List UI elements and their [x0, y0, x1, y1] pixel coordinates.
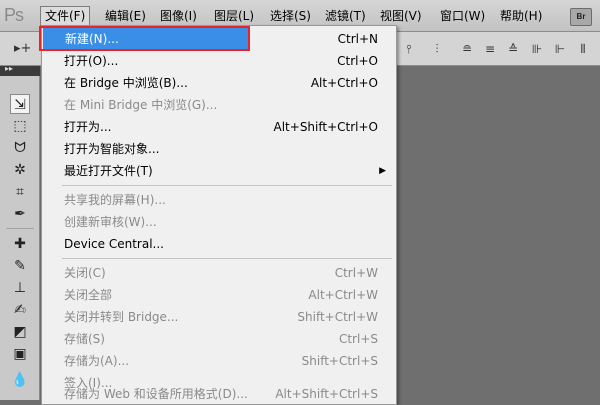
align-top-icon[interactable]: ⫯	[402, 42, 416, 56]
marquee-tool-icon[interactable]: ⬚	[10, 116, 30, 136]
menu-item-recent-files[interactable]: 最近打开文件(T) ▶	[42, 160, 396, 182]
menu-item-browse-mini-bridge[interactable]: 在 Mini Bridge 中浏览(G)...	[42, 94, 396, 116]
menu-item-open-smart-object[interactable]: 打开为智能对象...	[42, 138, 396, 160]
menu-item-close-all[interactable]: 关闭全部 Alt+Ctrl+W	[42, 284, 396, 306]
panel-grip[interactable]: ▸▸	[0, 64, 40, 76]
eyedropper-tool-icon[interactable]: ✒	[10, 204, 30, 224]
move-tool-options-icon: ▸+	[14, 41, 32, 56]
clone-stamp-tool-icon[interactable]: ⊥	[10, 278, 30, 298]
menu-item-save-as[interactable]: 存储为(A)... Shift+Ctrl+S	[42, 350, 396, 372]
menu-help[interactable]: 帮助(H)	[496, 7, 546, 25]
align-middle-icon[interactable]: ⫶	[430, 42, 444, 56]
brush-tool-icon[interactable]: ✎	[10, 256, 30, 276]
photoshop-logo: Ps	[4, 5, 24, 25]
menu-item-close-go-bridge[interactable]: 关闭并转到 Bridge... Shift+Ctrl+W	[42, 306, 396, 328]
menu-edit[interactable]: 编辑(E)	[101, 7, 150, 25]
bridge-launch-button[interactable]: Br	[570, 8, 592, 26]
crop-tool-icon[interactable]: ⌗	[10, 182, 30, 202]
menu-item-save-for-web[interactable]: 存储为 Web 和设备所用格式(D)... Alt+Shift+Ctrl+S	[42, 383, 396, 405]
tools-panel: ▸▸ ⇲ ⬚ ᗢ ✲ ⌗ ✒ ✚ ✎ ⊥ ✍ ◩ ▣ 💧	[0, 64, 40, 400]
menu-view[interactable]: 视图(V)	[376, 7, 426, 25]
menu-item-browse-bridge[interactable]: 在 Bridge 中浏览(B)... Alt+Ctrl+O	[42, 72, 396, 94]
menu-item-device-central[interactable]: Device Central...	[42, 233, 396, 255]
menu-item-open[interactable]: 打开(O)... Ctrl+O	[42, 50, 396, 72]
menu-item-share-screen[interactable]: 共享我的屏幕(H)...	[42, 189, 396, 211]
healing-brush-tool-icon[interactable]: ✚	[10, 234, 30, 254]
distribute-center-icon[interactable]: ⊩	[553, 42, 567, 56]
tool-divider	[6, 228, 34, 229]
distribute-right-icon[interactable]: ⫴	[576, 42, 590, 56]
distribute-left-icon[interactable]: ⊪	[530, 42, 544, 56]
menu-layer[interactable]: 图层(L)	[210, 7, 258, 25]
submenu-arrow-icon: ▶	[379, 166, 386, 176]
blur-tool-icon[interactable]: 💧	[10, 370, 30, 390]
menu-item-create-review[interactable]: 创建新审核(W)...	[42, 211, 396, 233]
distribute-middle-icon[interactable]: ≡	[483, 42, 497, 56]
menu-image[interactable]: 图像(I)	[156, 7, 201, 25]
eraser-tool-icon[interactable]: ◩	[10, 322, 30, 342]
menu-separator	[62, 258, 392, 259]
gradient-tool-icon[interactable]: ▣	[10, 344, 30, 364]
menu-item-open-as[interactable]: 打开为... Alt+Shift+Ctrl+O	[42, 116, 396, 138]
menu-item-new-shortcut-row[interactable]: Ctrl+N	[249, 28, 396, 50]
menu-item-close[interactable]: 关闭(C) Ctrl+W	[42, 262, 396, 284]
menu-item-new[interactable]: 新建(N)...	[43, 28, 249, 50]
menu-window[interactable]: 窗口(W)	[436, 7, 489, 25]
menu-separator	[62, 185, 392, 186]
move-tool-icon[interactable]: ⇲	[10, 94, 30, 114]
history-brush-tool-icon[interactable]: ✍	[10, 300, 30, 320]
quick-select-tool-icon[interactable]: ✲	[10, 160, 30, 180]
menu-filter[interactable]: 滤镜(T)	[321, 7, 370, 25]
menu-file[interactable]: 文件(F)	[40, 6, 91, 26]
menu-select[interactable]: 选择(S)	[266, 7, 315, 25]
distribute-top-icon[interactable]: ≘	[460, 42, 474, 56]
file-menu-dropdown: 新建(N)... Ctrl+N 打开(O)... Ctrl+O 在 Bridge…	[41, 25, 397, 405]
lasso-tool-icon[interactable]: ᗢ	[10, 138, 30, 158]
menu-item-save[interactable]: 存储(S) Ctrl+S	[42, 328, 396, 350]
distribute-bottom-icon[interactable]: ≙	[506, 42, 520, 56]
